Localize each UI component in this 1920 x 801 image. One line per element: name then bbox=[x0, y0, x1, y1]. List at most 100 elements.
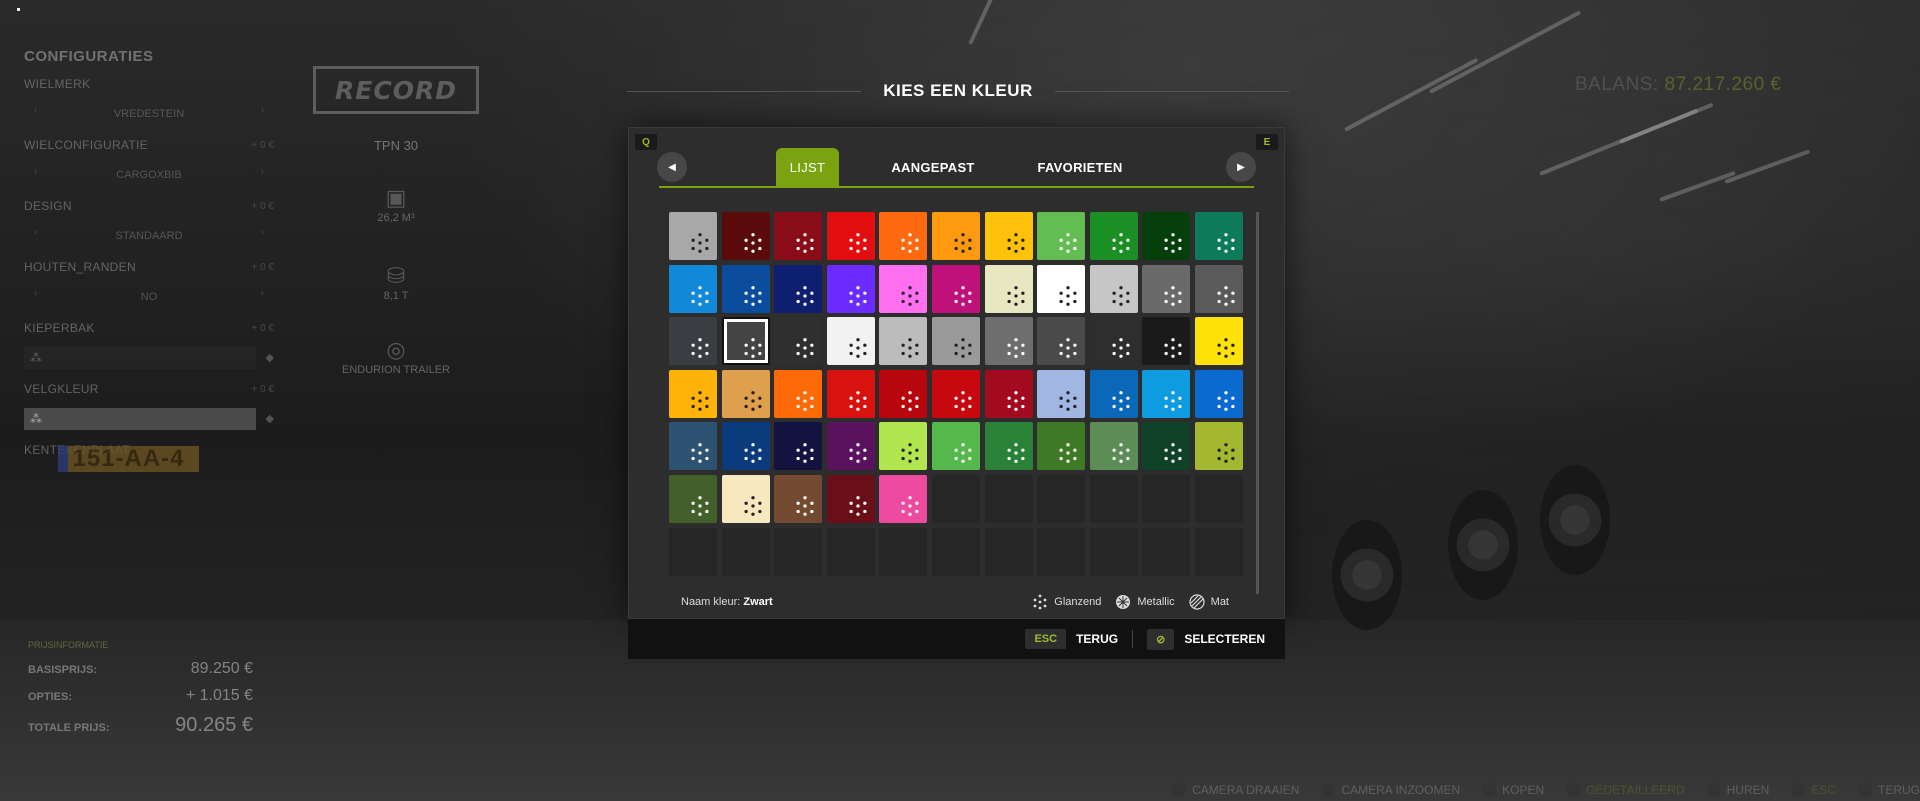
config-wooden-edges[interactable]: HOUTEN_RANDEN + 0 € ‹ NO › bbox=[24, 260, 274, 321]
color-swatch[interactable] bbox=[721, 264, 770, 313]
color-swatch[interactable] bbox=[721, 422, 770, 471]
color-swatch[interactable] bbox=[1142, 422, 1191, 471]
config-design[interactable]: DESIGN + 0 € ‹ STANDAARD › bbox=[24, 199, 274, 260]
next-arrow-icon[interactable]: › bbox=[261, 105, 264, 116]
tab-custom[interactable]: AANGEPAST bbox=[879, 148, 987, 186]
bottom-control-item[interactable]: KOPEN bbox=[1482, 782, 1544, 797]
color-swatch[interactable] bbox=[879, 317, 928, 366]
empty-swatch-slot bbox=[932, 475, 980, 523]
next-tab-button[interactable]: ▶ bbox=[1226, 152, 1256, 182]
color-swatch[interactable] bbox=[1089, 212, 1138, 260]
bottom-control-item[interactable]: GEDETAILLEERD bbox=[1566, 782, 1685, 797]
glossy-icon bbox=[744, 496, 762, 516]
color-swatch[interactable] bbox=[879, 422, 928, 471]
color-swatch[interactable] bbox=[932, 212, 980, 260]
color-swatch[interactable] bbox=[1037, 422, 1086, 471]
config-rim-color[interactable]: VELGKLEUR + 0 € ⁂ ◆ bbox=[24, 382, 274, 443]
color-swatch[interactable] bbox=[879, 212, 928, 260]
color-swatch[interactable] bbox=[669, 475, 717, 523]
color-swatch[interactable] bbox=[669, 369, 717, 418]
next-arrow-icon[interactable]: › bbox=[261, 227, 264, 238]
back-button[interactable]: TERUG bbox=[1076, 632, 1118, 646]
config-wheel-brand[interactable]: WIELMERK ‹ VREDESTEIN › bbox=[24, 77, 274, 138]
glossy-icon bbox=[1164, 233, 1182, 253]
color-swatch[interactable] bbox=[984, 264, 1033, 313]
color-swatch[interactable] bbox=[826, 212, 875, 260]
color-swatch[interactable] bbox=[826, 317, 875, 366]
color-swatch[interactable] bbox=[721, 475, 770, 523]
color-swatch[interactable] bbox=[1195, 317, 1243, 366]
color-swatch[interactable] bbox=[984, 212, 1033, 260]
color-swatch[interactable] bbox=[1089, 264, 1138, 313]
color-swatch[interactable] bbox=[669, 212, 717, 260]
color-swatch[interactable] bbox=[1037, 317, 1086, 366]
color-swatch[interactable] bbox=[721, 369, 770, 418]
color-swatch[interactable] bbox=[1037, 369, 1086, 418]
empty-swatch-slot bbox=[984, 475, 1033, 523]
color-swatch[interactable] bbox=[1089, 422, 1138, 471]
bottom-control-item[interactable]: ESC bbox=[1791, 782, 1836, 797]
swatch-grid bbox=[669, 212, 1247, 576]
bottom-control-item[interactable]: CAMERA DRAAIEN bbox=[1172, 782, 1299, 797]
color-swatch[interactable] bbox=[826, 369, 875, 418]
color-swatch[interactable] bbox=[774, 212, 823, 260]
color-swatch[interactable] bbox=[1142, 264, 1191, 313]
color-swatch[interactable] bbox=[721, 317, 770, 366]
color-swatch[interactable] bbox=[984, 317, 1033, 366]
color-swatch[interactable] bbox=[721, 212, 770, 260]
prev-tab-button[interactable]: ◀ bbox=[657, 152, 687, 182]
select-key-icon[interactable]: ⊘ bbox=[1147, 628, 1175, 650]
color-swatch[interactable] bbox=[669, 422, 717, 471]
color-swatch[interactable] bbox=[669, 264, 717, 313]
scrollbar[interactable] bbox=[1256, 212, 1259, 594]
tab-list[interactable]: LIJST bbox=[776, 148, 839, 186]
color-swatch[interactable] bbox=[1195, 212, 1243, 260]
base-price-value: 89.250 € bbox=[190, 660, 253, 677]
color-swatch[interactable] bbox=[1195, 264, 1243, 313]
color-swatch[interactable] bbox=[1037, 264, 1086, 313]
color-select-bar[interactable]: ⁂ bbox=[24, 347, 256, 369]
color-swatch[interactable] bbox=[774, 422, 823, 471]
key-icon bbox=[1321, 782, 1336, 797]
color-swatch[interactable] bbox=[984, 422, 1033, 471]
next-arrow-icon[interactable]: › bbox=[261, 166, 264, 177]
select-button[interactable]: SELECTEREN bbox=[1184, 632, 1265, 646]
config-tipper-body[interactable]: KIEPERBAK + 0 € ⁂ ◆ bbox=[24, 321, 274, 382]
color-swatch[interactable] bbox=[932, 264, 980, 313]
glossy-icon bbox=[1217, 443, 1235, 464]
color-swatch[interactable] bbox=[1089, 369, 1138, 418]
color-swatch[interactable] bbox=[774, 317, 823, 366]
color-swatch[interactable] bbox=[826, 475, 875, 523]
color-swatch[interactable] bbox=[984, 369, 1033, 418]
color-swatch[interactable] bbox=[1142, 212, 1191, 260]
color-swatch[interactable] bbox=[879, 475, 928, 523]
color-swatch[interactable] bbox=[774, 369, 823, 418]
glossy-icon bbox=[1059, 285, 1077, 306]
color-swatch[interactable] bbox=[1037, 212, 1086, 260]
color-swatch[interactable] bbox=[932, 369, 980, 418]
config-wheel-configuration[interactable]: WIELCONFIGURATIE + 0 € ‹ CARGOXBIB › bbox=[24, 138, 274, 199]
color-swatch[interactable] bbox=[826, 422, 875, 471]
color-swatch[interactable] bbox=[826, 264, 875, 313]
color-swatch[interactable] bbox=[932, 422, 980, 471]
tab-favorites[interactable]: FAVORIETEN bbox=[1025, 148, 1135, 186]
color-select-bar[interactable]: ⁂ bbox=[24, 408, 256, 430]
color-swatch[interactable] bbox=[879, 369, 928, 418]
esc-key[interactable]: ESC bbox=[1025, 629, 1067, 649]
license-plate[interactable]: 151-AA-4 bbox=[58, 446, 199, 472]
color-swatch[interactable] bbox=[669, 317, 717, 366]
color-swatch[interactable] bbox=[932, 317, 980, 366]
color-swatch[interactable] bbox=[1195, 369, 1243, 418]
color-swatch[interactable] bbox=[879, 264, 928, 313]
color-swatch[interactable] bbox=[774, 264, 823, 313]
color-swatch[interactable] bbox=[1142, 369, 1191, 418]
color-swatch[interactable] bbox=[774, 475, 823, 523]
bottom-control-item[interactable]: TERUG bbox=[1858, 782, 1920, 797]
color-swatch[interactable] bbox=[1089, 317, 1138, 366]
bottom-control-item[interactable]: HUREN bbox=[1706, 782, 1769, 797]
color-swatch[interactable] bbox=[1195, 422, 1243, 471]
scrollbar-thumb[interactable] bbox=[1256, 212, 1259, 594]
next-arrow-icon[interactable]: › bbox=[261, 288, 264, 299]
color-swatch[interactable] bbox=[1142, 317, 1191, 366]
bottom-control-item[interactable]: CAMERA INZOOMEN bbox=[1321, 782, 1460, 797]
